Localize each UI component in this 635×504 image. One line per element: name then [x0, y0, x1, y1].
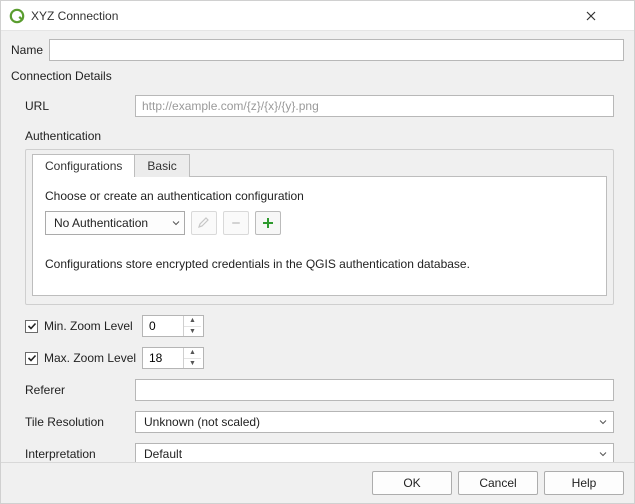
referer-row: Referer — [25, 379, 614, 401]
url-input[interactable] — [135, 95, 614, 117]
ok-button[interactable]: OK — [372, 471, 452, 495]
app-icon — [9, 8, 25, 24]
auth-config-value: No Authentication — [54, 216, 148, 230]
max-zoom-value[interactable] — [143, 348, 183, 368]
max-zoom-row: Max. Zoom Level ▲ ▼ — [25, 347, 614, 369]
min-zoom-spinner[interactable]: ▲ ▼ — [142, 315, 204, 337]
close-button[interactable] — [586, 11, 626, 21]
help-button[interactable]: Help — [544, 471, 624, 495]
spin-up-icon[interactable]: ▲ — [184, 316, 201, 326]
tab-configurations[interactable]: Configurations — [32, 154, 135, 177]
authentication-group: Configurations Basic Choose or create an… — [25, 149, 614, 305]
tile-resolution-row: Tile Resolution Unknown (not scaled) — [25, 411, 614, 433]
auth-tab-body: Choose or create an authentication confi… — [32, 176, 607, 296]
dialog-window: XYZ Connection Name Connection Details U… — [0, 0, 635, 504]
name-label: Name — [11, 43, 49, 57]
name-input[interactable] — [49, 39, 624, 61]
plus-icon — [261, 216, 275, 230]
interpretation-combo[interactable]: Default — [135, 443, 614, 462]
min-zoom-row: Min. Zoom Level ▲ ▼ — [25, 315, 614, 337]
button-bar: OK Cancel Help — [1, 462, 634, 503]
max-zoom-arrows: ▲ ▼ — [183, 348, 201, 368]
referer-input[interactable] — [135, 379, 614, 401]
auth-hint: Choose or create an authentication confi… — [45, 189, 594, 203]
connection-details-title: Connection Details — [11, 69, 624, 83]
interpretation-row: Interpretation Default — [25, 443, 614, 462]
tile-resolution-combo[interactable]: Unknown (not scaled) — [135, 411, 614, 433]
remove-auth-button[interactable] — [223, 211, 249, 235]
tab-basic[interactable]: Basic — [135, 154, 189, 177]
interpretation-value: Default — [144, 447, 182, 461]
min-zoom-value[interactable] — [143, 316, 183, 336]
add-auth-button[interactable] — [255, 211, 281, 235]
content-area: Name Connection Details URL Authenticati… — [1, 31, 634, 462]
connection-details-group: URL Authentication Configurations Basic … — [11, 87, 624, 462]
edit-auth-button[interactable] — [191, 211, 217, 235]
max-zoom-checkbox[interactable] — [25, 352, 38, 365]
max-zoom-label: Max. Zoom Level — [44, 351, 142, 365]
pencil-icon — [197, 216, 211, 230]
chevron-down-icon — [599, 418, 607, 426]
cancel-button[interactable]: Cancel — [458, 471, 538, 495]
name-row: Name — [11, 39, 624, 61]
auth-config-combo[interactable]: No Authentication — [45, 211, 185, 235]
min-zoom-label: Min. Zoom Level — [44, 319, 142, 333]
referer-label: Referer — [25, 383, 135, 397]
min-zoom-arrows: ▲ ▼ — [183, 316, 201, 336]
window-title: XYZ Connection — [31, 9, 586, 23]
spin-down-icon[interactable]: ▼ — [184, 358, 201, 369]
auth-tabs: Configurations Basic — [26, 150, 613, 176]
min-zoom-checkbox[interactable] — [25, 320, 38, 333]
url-label: URL — [25, 99, 135, 113]
title-bar: XYZ Connection — [1, 1, 634, 31]
tile-resolution-label: Tile Resolution — [25, 415, 135, 429]
max-zoom-spinner[interactable]: ▲ ▼ — [142, 347, 204, 369]
authentication-title: Authentication — [25, 129, 614, 143]
spin-down-icon[interactable]: ▼ — [184, 326, 201, 337]
spin-up-icon[interactable]: ▲ — [184, 348, 201, 358]
chevron-down-icon — [599, 450, 607, 458]
tile-resolution-value: Unknown (not scaled) — [144, 415, 260, 429]
auth-note: Configurations store encrypted credentia… — [45, 257, 594, 271]
interpretation-label: Interpretation — [25, 447, 135, 461]
chevron-down-icon — [172, 219, 180, 227]
minus-icon — [229, 216, 243, 230]
